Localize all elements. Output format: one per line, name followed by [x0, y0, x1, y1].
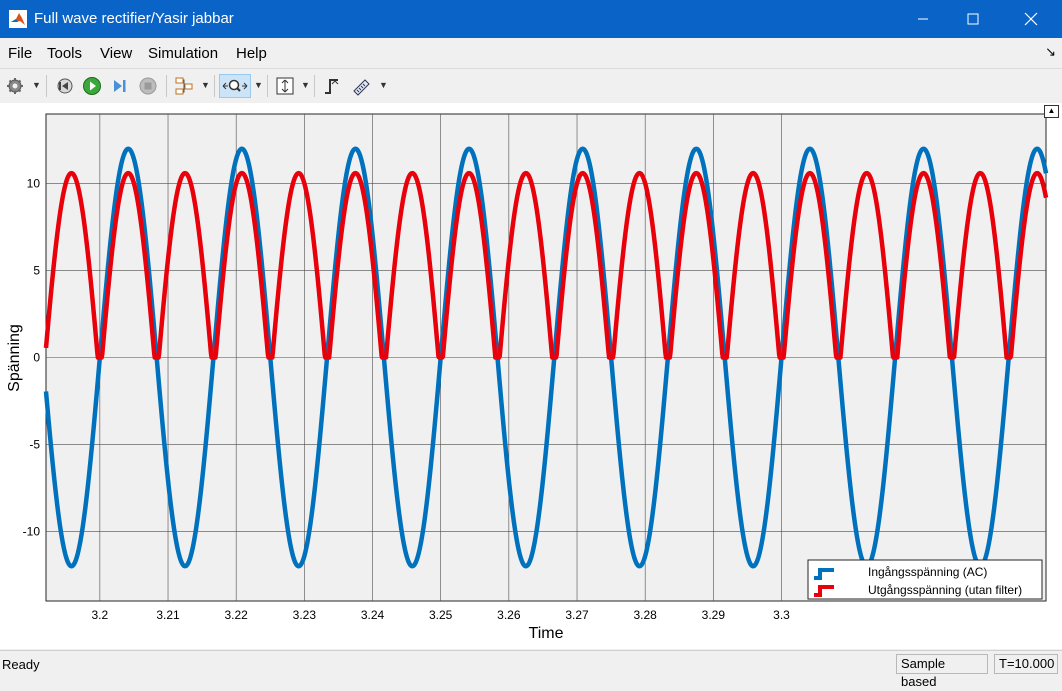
- autoscale-icon: [276, 77, 294, 95]
- y-tick-label: 5: [33, 264, 40, 278]
- scope-plot-area: ▲ -10 -5 0 5 10 3.2 3.21 3.22 3.23 3.24 3.25 3.26 3…: [0, 103, 1062, 649]
- close-icon: [1024, 12, 1038, 26]
- toolbar-separator: [166, 75, 167, 97]
- x-tick-labels: 3.2 3.21 3.22 3.23 3.24 3.25 3.26 3.27 3.28 3.29 3…: [92, 608, 791, 622]
- run-icon: [83, 77, 101, 95]
- x-tick-label: 3.25: [429, 608, 453, 622]
- x-tick-label: 3.28: [634, 608, 658, 622]
- gear-icon: [7, 78, 23, 94]
- x-tick-label: 3.26: [497, 608, 521, 622]
- menu-simulation[interactable]: Simulation: [148, 45, 218, 62]
- step-back-button[interactable]: [53, 74, 75, 98]
- run-button[interactable]: [81, 74, 103, 98]
- x-tick-label: 3.22: [225, 608, 249, 622]
- x-tick-label: 3.29: [702, 608, 726, 622]
- matlab-logo-icon: [9, 10, 27, 28]
- x-tick-label: 3.2: [92, 608, 109, 622]
- triggers-button[interactable]: [321, 74, 343, 98]
- status-mode: Sample based: [896, 654, 988, 689]
- menu-help[interactable]: Help: [236, 45, 267, 62]
- title-bar: Full wave rectifier/Yasir jabbar: [0, 0, 1062, 38]
- toolbar: ▼ ▼ ▼ ▼ ▼: [0, 68, 1062, 104]
- legend[interactable]: Ingångsspänning (AC) Utgångsspänning (ut…: [807, 559, 1043, 600]
- configuration-button[interactable]: [4, 74, 26, 98]
- triggers-icon: [325, 79, 339, 94]
- y-tick-label: 0: [33, 351, 40, 365]
- undock-arrow-icon[interactable]: ↘: [1045, 44, 1056, 60]
- menu-tools[interactable]: Tools: [47, 45, 82, 62]
- toolbar-separator: [314, 75, 315, 97]
- measurements-icon: [353, 79, 370, 96]
- legend-label-ac: Ingångsspänning (AC): [868, 565, 987, 579]
- y-tick-labels: -10 -5 0 5 10: [23, 177, 41, 539]
- maximize-button[interactable]: [950, 0, 996, 38]
- menu-file[interactable]: File: [8, 45, 32, 62]
- minimize-button[interactable]: [900, 0, 946, 38]
- zoom-button[interactable]: [219, 74, 251, 98]
- stop-button[interactable]: [137, 74, 159, 98]
- window-title: Full wave rectifier/Yasir jabbar: [34, 10, 234, 27]
- y-axis-label: Spänning: [6, 324, 23, 392]
- stop-icon: [139, 77, 157, 95]
- status-bar: Ready Sample based T=10.000: [0, 650, 1062, 689]
- chevron-down-icon[interactable]: ▼: [379, 80, 388, 90]
- maximize-icon: [967, 13, 979, 25]
- zoom-icon: [222, 79, 248, 92]
- step-back-icon: [57, 78, 73, 94]
- y-tick-label: 10: [27, 177, 41, 191]
- toolbar-separator: [267, 75, 268, 97]
- x-tick-label: 3.27: [565, 608, 589, 622]
- close-button[interactable]: [1008, 0, 1054, 38]
- step-forward-icon: [114, 80, 126, 92]
- undock-legend-icon[interactable]: ▲: [1044, 105, 1059, 118]
- y-tick-label: -10: [23, 524, 41, 538]
- menu-view[interactable]: View: [100, 45, 132, 62]
- scope-chart[interactable]: -10-50510 3.2 3.21 3.22 3.23 3.24 3.25 3.26 3.2…: [0, 103, 1062, 649]
- x-tick-label: 3.24: [361, 608, 385, 622]
- chevron-down-icon[interactable]: ▼: [254, 80, 263, 90]
- y-tick-label: -5: [29, 437, 40, 451]
- x-tick-label: 3.3: [773, 608, 790, 622]
- toolbar-separator: [46, 75, 47, 97]
- autoscale-button[interactable]: [274, 74, 296, 98]
- x-tick-label: 3.21: [156, 608, 180, 622]
- x-axis-label: Time: [529, 625, 564, 642]
- measurements-button[interactable]: [350, 74, 374, 98]
- chevron-down-icon[interactable]: ▼: [301, 80, 310, 90]
- x-tick-label: 3.23: [293, 608, 317, 622]
- menu-bar: File Tools View Simulation Help ↘: [0, 38, 1062, 68]
- step-forward-button[interactable]: [109, 74, 131, 98]
- toolbar-separator: [214, 75, 215, 97]
- status-time: T=10.000: [994, 654, 1058, 674]
- chevron-down-icon[interactable]: ▼: [201, 80, 210, 90]
- highlight-block-icon: [175, 77, 193, 95]
- minimize-icon: [918, 18, 928, 20]
- status-text: Ready: [2, 657, 40, 672]
- highlight-block-button[interactable]: [173, 74, 195, 98]
- chevron-down-icon[interactable]: ▼: [32, 80, 41, 90]
- legend-label-output: Utgångsspänning (utan filter): [868, 583, 1022, 597]
